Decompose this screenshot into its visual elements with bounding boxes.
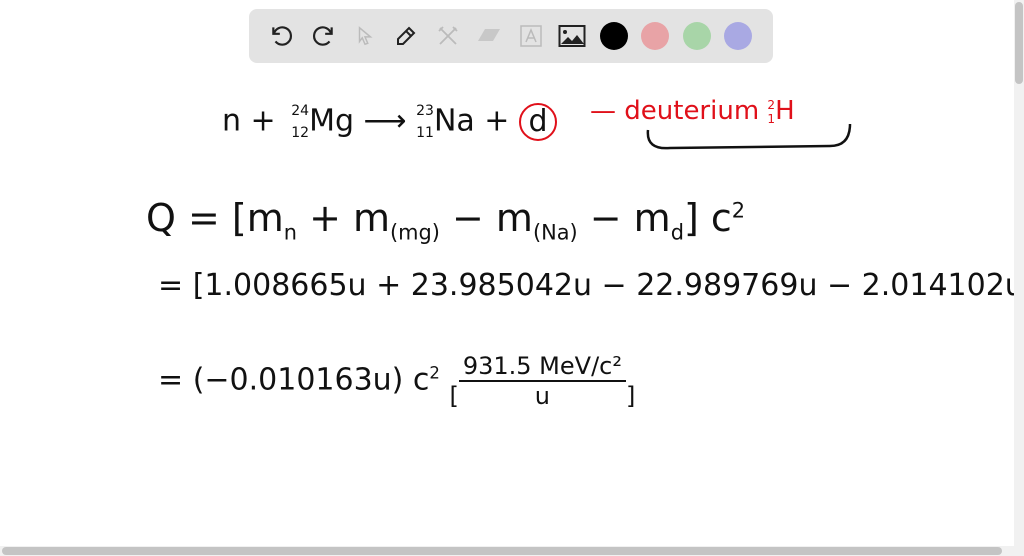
- note-dash: —: [590, 96, 616, 126]
- select-tool-button[interactable]: [344, 16, 386, 56]
- sub-na: (Na): [532, 220, 578, 245]
- result-line: = (−0.010163u) c2 [931.5 MeV/c² u]: [158, 352, 635, 410]
- substitution-line: = [1.008665u + 23.985042u − 22.989769u −…: [158, 268, 1024, 303]
- exp-2: 2: [429, 363, 440, 383]
- horizontal-scrollbar[interactable]: [0, 546, 1014, 556]
- text-tool-button[interactable]: [510, 16, 552, 56]
- image-tool-button[interactable]: [552, 16, 594, 56]
- cursor-icon: [358, 26, 373, 46]
- redo-button[interactable]: [303, 16, 345, 56]
- na-mass-number: 23: [416, 103, 434, 119]
- mg-atomic-number: 12: [291, 125, 310, 141]
- sub-d: d: [670, 220, 684, 245]
- pen-tool-button[interactable]: [386, 16, 428, 56]
- color-blue-swatch[interactable]: [718, 16, 760, 56]
- sodium: Na +: [433, 103, 510, 139]
- mass-values: [1.008665u + 23.985042u − 22.989769u − 2…: [192, 268, 1024, 303]
- image-icon: [558, 25, 586, 47]
- horizontal-scroll-thumb[interactable]: [2, 547, 1002, 555]
- reaction-arrow: ⟶: [363, 103, 407, 139]
- equals-sign: =: [158, 268, 184, 303]
- sub-mg: (mg): [390, 220, 440, 245]
- c-squared: ] c: [683, 196, 732, 240]
- color-green-swatch[interactable]: [676, 16, 718, 56]
- underline-brace: [646, 123, 852, 150]
- redo-icon: [313, 26, 333, 46]
- eraser-icon: [478, 29, 501, 41]
- minus-m-d: − m: [577, 196, 671, 240]
- na-atomic-number: 11: [416, 125, 434, 141]
- tools-button[interactable]: [427, 16, 469, 56]
- q-equation: Q = [mn + m(mg) − m(Na) − md] c2: [146, 196, 745, 245]
- pencil-icon: [397, 26, 416, 45]
- h-mass-number: 2: [767, 97, 776, 112]
- minus-m: − m: [439, 196, 533, 240]
- tools-icon: [438, 26, 458, 45]
- color-red-swatch[interactable]: [635, 16, 677, 56]
- mg-mass-number: 24: [291, 103, 310, 119]
- vertical-scroll-thumb[interactable]: [1015, 2, 1023, 84]
- undo-button[interactable]: [261, 16, 303, 56]
- text-box-icon: [520, 25, 542, 47]
- drawing-toolbar: [249, 9, 773, 63]
- undo-icon: [272, 26, 292, 46]
- mass-defect: (−0.010163u) c: [192, 362, 430, 398]
- color-black-swatch[interactable]: [593, 16, 635, 56]
- equals-sign: =: [158, 362, 184, 398]
- neutron: n +: [222, 103, 276, 139]
- conversion-factor: [931.5 MeV/c² u]: [449, 352, 636, 410]
- conversion-denominator: u: [534, 382, 551, 410]
- plus-m: + m: [297, 196, 391, 240]
- eraser-tool-button[interactable]: [469, 16, 511, 56]
- exp-2: 2: [731, 198, 746, 223]
- sub-n: n: [283, 220, 297, 245]
- conversion-numerator: 931.5 MeV/c²: [458, 352, 626, 382]
- deuteron-circled: d: [518, 102, 557, 141]
- q-definition: Q = [m: [146, 196, 284, 240]
- vertical-scrollbar[interactable]: [1014, 0, 1024, 556]
- nuclear-reaction: n + 24 12 Mg ⟶ 23 11 Na + d: [222, 100, 557, 144]
- magnesium: Mg: [309, 103, 354, 139]
